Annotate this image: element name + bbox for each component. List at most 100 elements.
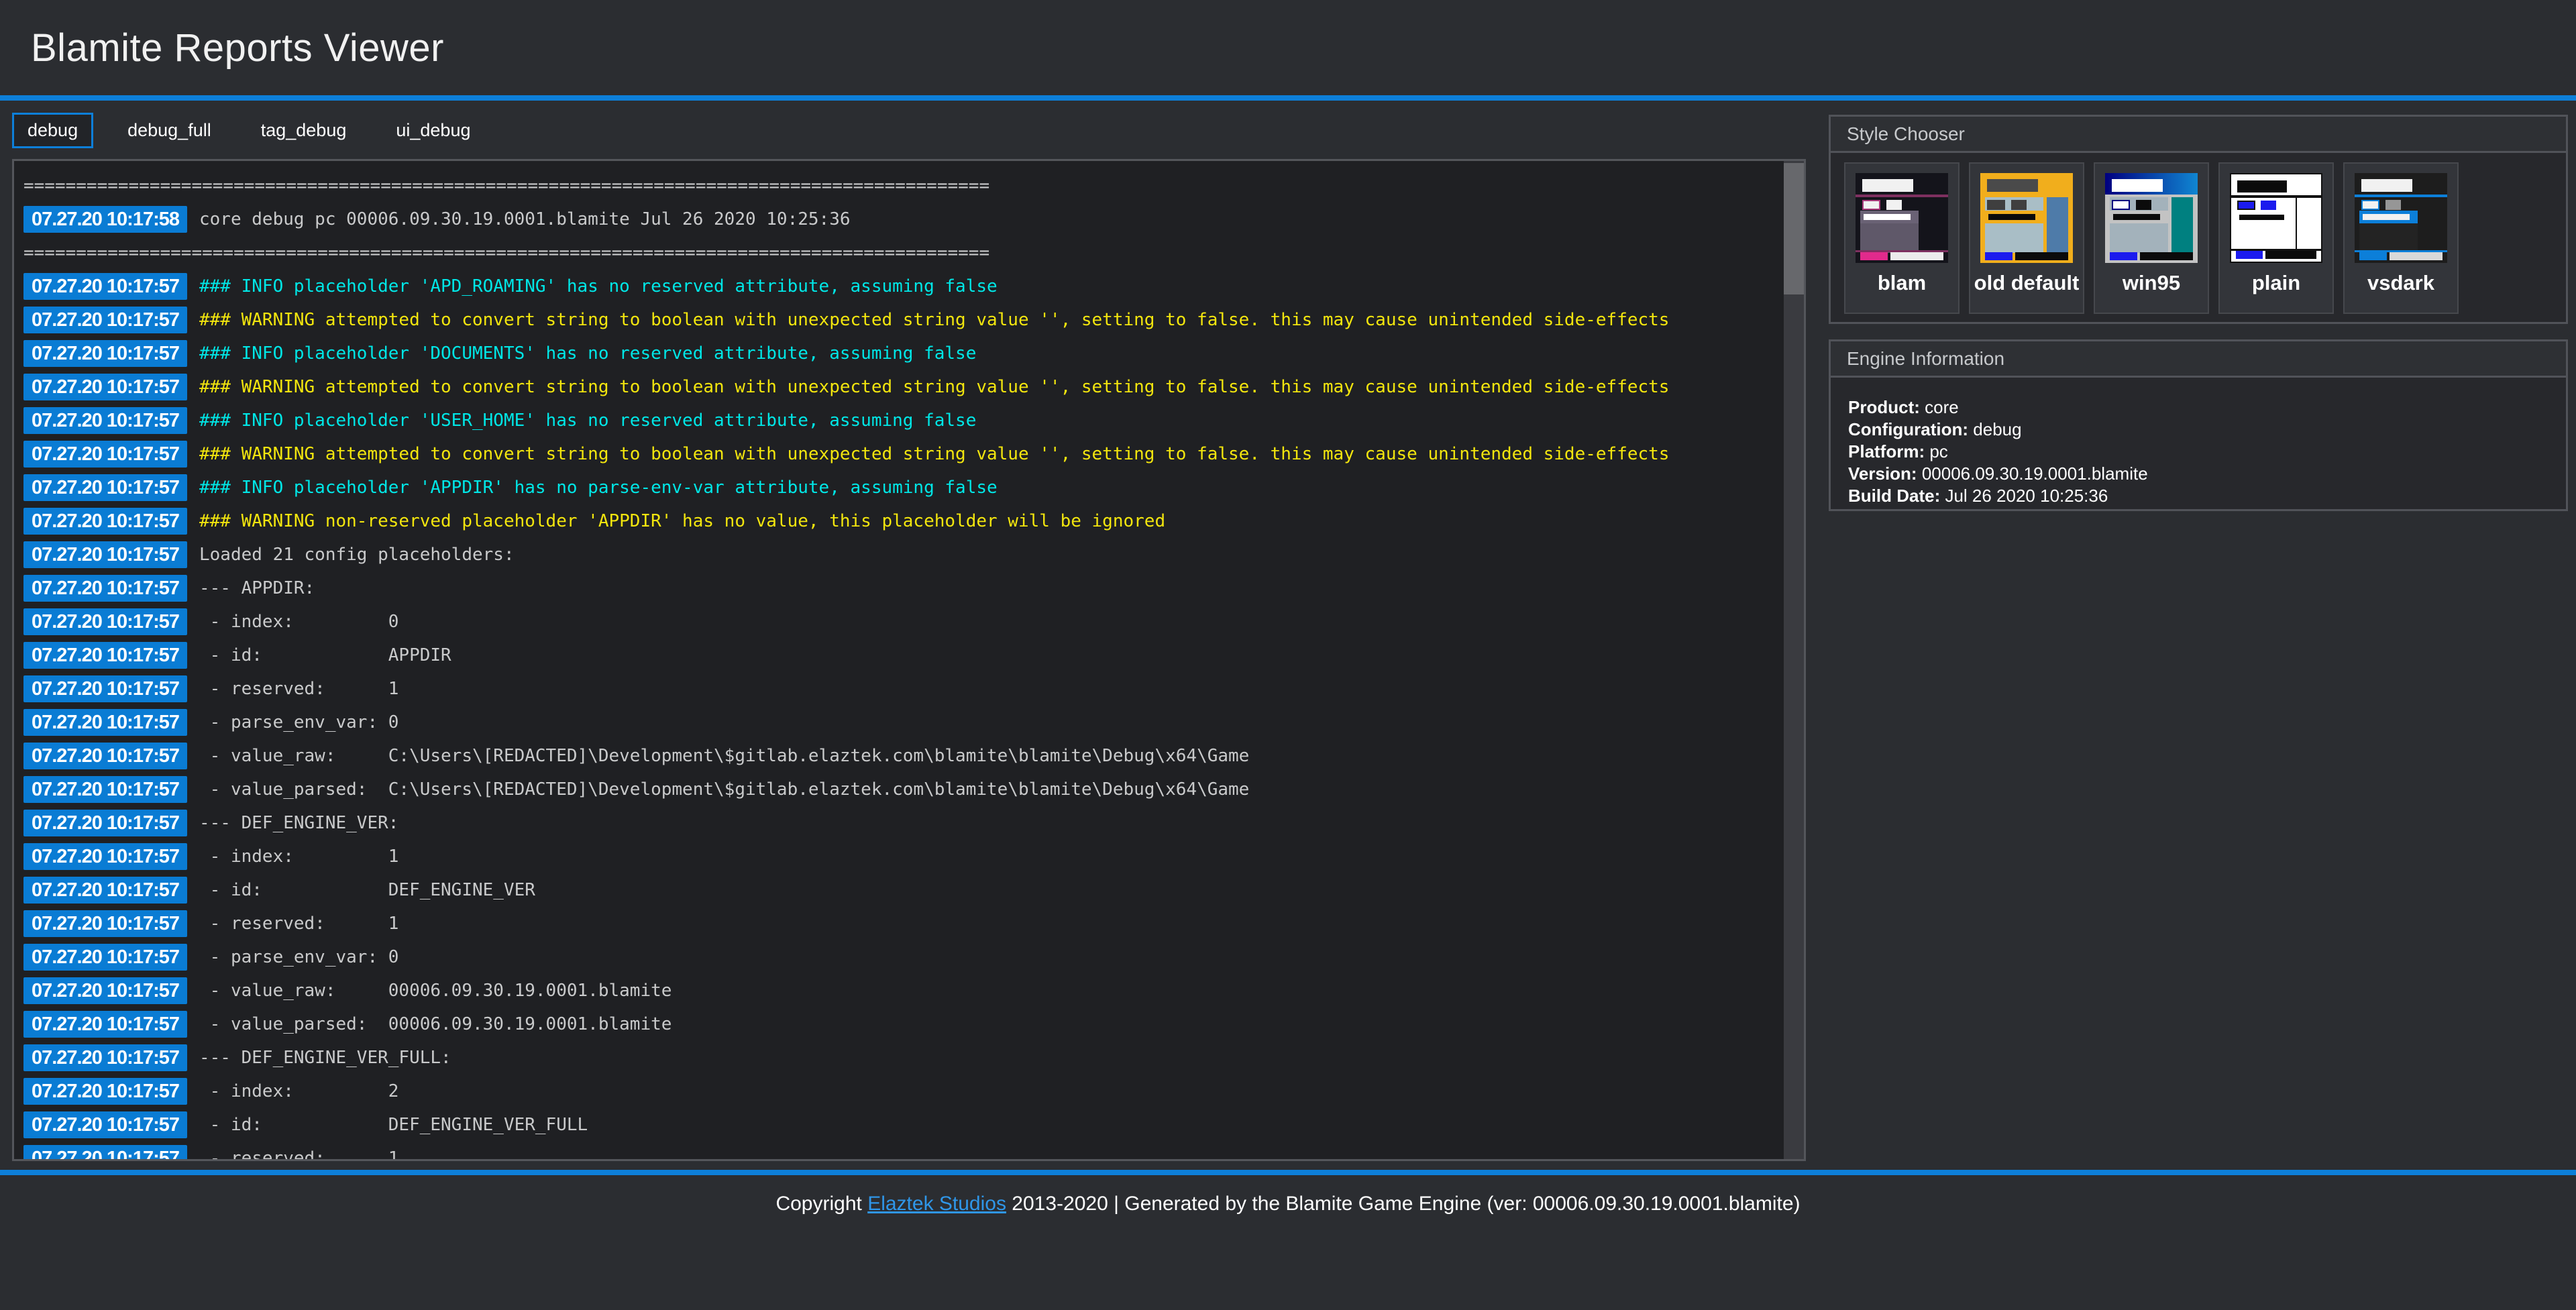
log-timestamp-badge: 07.27.20 10:17:57 bbox=[23, 642, 187, 669]
log-row: 07.27.20 10:17:57 - id: APPDIR bbox=[23, 639, 1773, 672]
style-option-label: win95 bbox=[2122, 271, 2181, 294]
log-timestamp-badge: 07.27.20 10:17:57 bbox=[23, 1011, 187, 1038]
engine-info-field-label: Platform: bbox=[1848, 441, 1930, 461]
log-timestamp-badge: 07.27.20 10:17:57 bbox=[23, 1078, 187, 1105]
log-text: ### INFO placeholder 'APD_ROAMING' has n… bbox=[199, 276, 998, 296]
log-rows: ========================================… bbox=[23, 169, 1773, 1159]
log-text: - parse_env_var: 0 bbox=[199, 712, 399, 732]
log-text: ### WARNING non-reserved placeholder 'AP… bbox=[199, 511, 1166, 531]
log-timestamp-badge: 07.27.20 10:17:57 bbox=[23, 910, 187, 937]
preview-highlight-bar bbox=[1860, 211, 1919, 224]
preview-tab-a bbox=[1986, 200, 2006, 210]
log-timestamp-badge: 07.27.20 10:17:57 bbox=[23, 977, 187, 1004]
scrollbar-thumb[interactable] bbox=[1784, 163, 1804, 294]
page-title: Blamite Reports Viewer bbox=[31, 25, 444, 70]
style-option-blam[interactable]: blam bbox=[1844, 162, 1960, 314]
tab-debug[interactable]: debug bbox=[12, 113, 94, 148]
log-text: Loaded 21 config placeholders: bbox=[199, 545, 515, 565]
log-timestamp-badge: 07.27.20 10:17:57 bbox=[23, 407, 187, 434]
log-row: 07.27.20 10:17:57 Loaded 21 config placeh… bbox=[23, 538, 1773, 571]
log-text: - id: DEF_ENGINE_VER bbox=[199, 880, 535, 900]
preview-highlight-bar bbox=[1984, 211, 2043, 224]
tab-ui_debug[interactable]: ui_debug bbox=[380, 113, 486, 148]
footer: Copyright Elaztek Studios 2013-2020 | Ge… bbox=[0, 1170, 2576, 1215]
preview-highlight-inner bbox=[2363, 214, 2410, 220]
engine-info-field: Build Date: Jul 26 2020 10:25:36 bbox=[1848, 485, 2548, 507]
log-text: - index: 0 bbox=[199, 612, 399, 632]
preview-footer-segment-b bbox=[2140, 252, 2194, 260]
log-text: - parse_env_var: 0 bbox=[199, 947, 399, 967]
preview-footer-segment-b bbox=[2015, 252, 2069, 260]
footer-link[interactable]: Elaztek Studios bbox=[867, 1193, 1006, 1215]
log-row: 07.27.20 10:17:57 ### WARNING non-reserve… bbox=[23, 504, 1773, 538]
log-text: ### INFO placeholder 'DOCUMENTS' has no … bbox=[199, 343, 977, 364]
log-row: 07.27.20 10:17:57 - index: 2 bbox=[23, 1075, 1773, 1108]
log-row: 07.27.20 10:17:57 - parse_env_var: 0 bbox=[23, 706, 1773, 739]
preview-tab-b bbox=[2385, 200, 2401, 210]
log-timestamp-badge: 07.27.20 10:17:57 bbox=[23, 273, 187, 300]
engine-info-field: Configuration: debug bbox=[1848, 419, 2548, 441]
engine-info-field-label: Build Date: bbox=[1848, 486, 1945, 506]
log-timestamp-badge: 07.27.20 10:17:57 bbox=[23, 944, 187, 971]
preview-highlight-inner bbox=[1988, 214, 2035, 220]
log-timestamp-badge: 07.27.20 10:17:57 bbox=[23, 608, 187, 635]
tab-debug_full[interactable]: debug_full bbox=[112, 113, 227, 148]
engine-info-field-label: Configuration: bbox=[1848, 419, 1974, 439]
style-preview-thumbnail bbox=[2105, 173, 2198, 263]
preview-tab-b bbox=[2135, 200, 2151, 210]
log-timestamp-badge: 07.27.20 10:17:57 bbox=[23, 508, 187, 535]
engine-info-field-value: core bbox=[1925, 397, 1959, 417]
preview-tab-a bbox=[1862, 200, 1881, 210]
preview-highlight-inner bbox=[2239, 214, 2285, 220]
preview-accent-line bbox=[2231, 195, 2321, 199]
preview-footer-segment-a bbox=[2235, 251, 2263, 260]
preview-sidebar bbox=[2296, 198, 2317, 252]
log-row: 07.27.20 10:17:57 ### INFO placeholder 'U… bbox=[23, 404, 1773, 437]
log-scrollbar[interactable] bbox=[1784, 161, 1804, 1159]
style-option-label: old default bbox=[1974, 271, 2080, 294]
style-option-plain[interactable]: plain bbox=[2218, 162, 2334, 314]
engine-info-field-label: Product: bbox=[1848, 397, 1925, 417]
log-text: - id: APPDIR bbox=[199, 645, 451, 665]
log-row: 07.27.20 10:17:57 ### WARNING attempted t… bbox=[23, 303, 1773, 337]
tab-tag_debug[interactable]: tag_debug bbox=[246, 113, 362, 148]
preview-tab-b bbox=[2261, 201, 2276, 211]
style-preview-thumbnail bbox=[2355, 173, 2447, 263]
log-text: - index: 1 bbox=[199, 847, 399, 867]
log-timestamp-badge: 07.27.20 10:17:58 bbox=[23, 206, 187, 233]
preview-tab-a bbox=[2361, 200, 2380, 210]
page: Blamite Reports Viewer debug debug_full ta… bbox=[0, 0, 2576, 1310]
log-row: 07.27.20 10:17:57 ### INFO placeholder 'A… bbox=[23, 471, 1773, 504]
log-timestamp-badge: 07.27.20 10:17:57 bbox=[23, 307, 187, 333]
tab-bar: debug debug_full tag_debug ui_debug bbox=[12, 113, 486, 148]
log-row: 07.27.20 10:17:57 - value_parsed: 00006.… bbox=[23, 1007, 1773, 1041]
log-row: 07.27.20 10:17:57 ### WARNING attempted t… bbox=[23, 437, 1773, 471]
style-option-old-default[interactable]: old default bbox=[1969, 162, 2084, 314]
log-row: 07.27.20 10:17:57 - value_raw: C:\Users\… bbox=[23, 739, 1773, 773]
log-timestamp-badge: 07.27.20 10:17:57 bbox=[23, 743, 187, 769]
footer-copyright-suffix: 2013-2020 | Generated by the Blamite Gam… bbox=[1006, 1193, 1801, 1215]
preview-accent-line bbox=[2355, 195, 2447, 198]
log-text: - reserved: 1 bbox=[199, 914, 399, 934]
log-timestamp-badge: 07.27.20 10:17:57 bbox=[23, 810, 187, 836]
log-row: 07.27.20 10:17:57 - id: DEF_ENGINE_VER_F… bbox=[23, 1108, 1773, 1142]
log-text: - value_parsed: C:\Users\[REDACTED]\Deve… bbox=[199, 779, 1250, 800]
style-option-win95[interactable]: win95 bbox=[2094, 162, 2209, 314]
log-text: ### INFO placeholder 'USER_HOME' has no … bbox=[199, 411, 977, 431]
engine-info-field-value: debug bbox=[1973, 419, 2022, 439]
preview-title-box bbox=[1986, 179, 2038, 193]
log-timestamp-badge: 07.27.20 10:17:57 bbox=[23, 374, 187, 400]
engine-info-list: Product: core Configuration: debug Platfor… bbox=[1831, 378, 2566, 526]
log-row: 07.27.20 10:17:57 - parse_env_var: 0 bbox=[23, 940, 1773, 974]
engine-info-title: Engine Information bbox=[1831, 341, 2566, 378]
preview-title-box bbox=[2361, 179, 2412, 193]
preview-title-box bbox=[2237, 180, 2288, 193]
style-preview-thumbnail bbox=[2230, 173, 2322, 263]
log-text: core debug pc 00006.09.30.19.0001.blamit… bbox=[199, 209, 851, 229]
log-text: ### INFO placeholder 'APPDIR' has no par… bbox=[199, 478, 998, 498]
style-option-label: plain bbox=[2251, 271, 2301, 294]
style-option-vsdark[interactable]: vsdark bbox=[2343, 162, 2459, 314]
engine-info-field-value: Jul 26 2020 10:25:36 bbox=[1945, 486, 2108, 506]
log-text: - reserved: 1 bbox=[199, 679, 399, 699]
log-text: - value_raw: C:\Users\[REDACTED]\Develop… bbox=[199, 746, 1250, 766]
